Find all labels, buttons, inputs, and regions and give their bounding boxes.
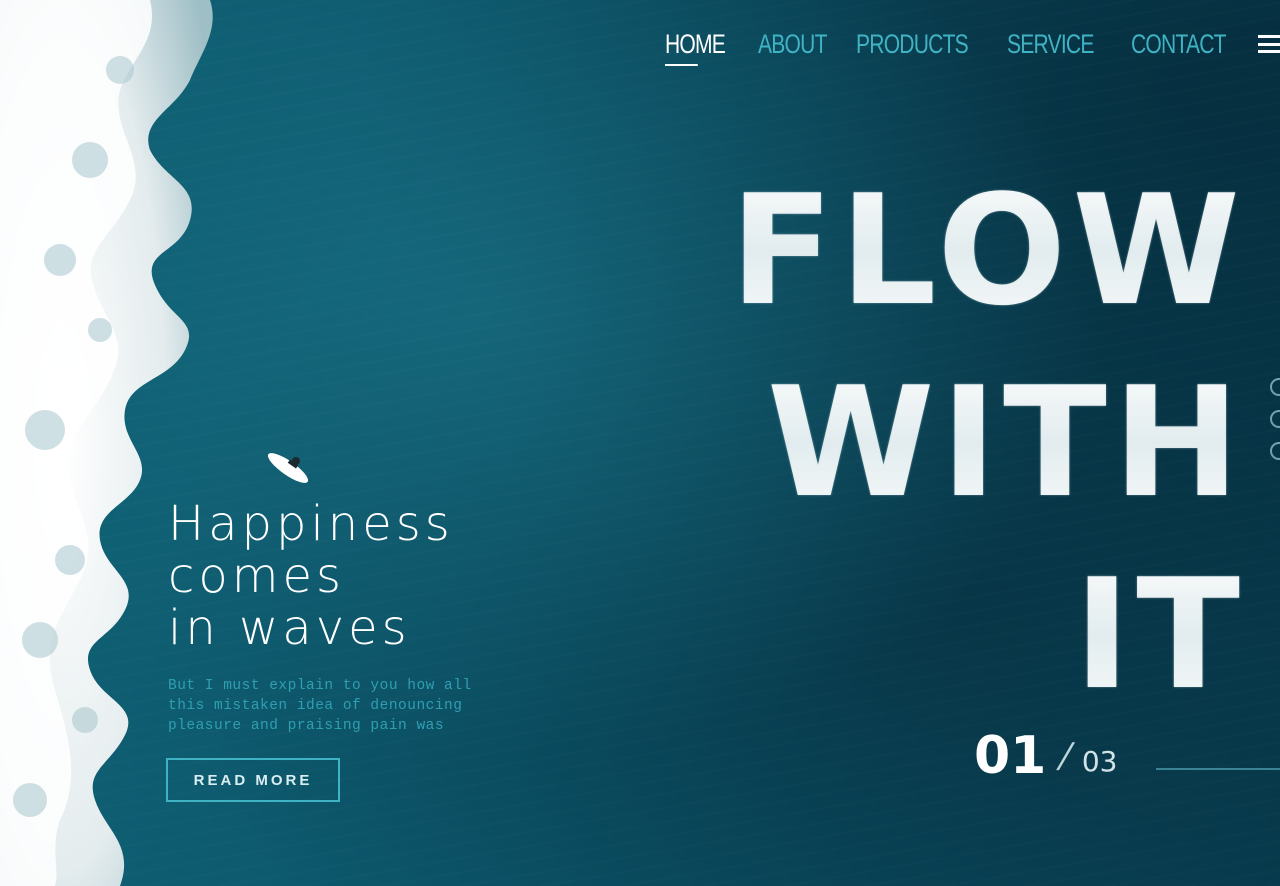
nav-item-home[interactable]: HOME <box>664 29 726 66</box>
pager-total: 03 <box>1081 745 1118 778</box>
surfer-image <box>267 453 309 483</box>
description-line: this mistaken idea of denouncing <box>168 698 463 714</box>
pager-progress-line <box>1156 768 1280 770</box>
tagline: Happiness comes in waves <box>168 498 454 654</box>
tagline-line: in waves <box>168 600 411 656</box>
hero-line-it: IT <box>730 559 1246 711</box>
description-line: pleasure and praising pain was <box>168 718 445 734</box>
main-navigation: HOME ABOUT PRODUCTS SERVICE CONTACT <box>664 24 1280 66</box>
description-line: But I must explain to you how all <box>168 678 472 694</box>
wave-foam-image <box>0 0 213 886</box>
description-text: But I must explain to you how all this m… <box>168 676 518 736</box>
nav-item-products[interactable]: PRODUCTS <box>856 29 969 60</box>
tagline-line: comes <box>168 548 346 604</box>
slide-pager: 01 / 03 <box>974 728 1117 784</box>
slide-dot[interactable] <box>1270 442 1280 460</box>
read-more-button[interactable]: READ MORE <box>166 758 340 802</box>
slide-dots <box>1270 378 1280 460</box>
hero-line-flow: FLOW <box>729 162 1246 339</box>
nav-item-contact[interactable]: CONTACT <box>1131 29 1227 60</box>
slide-dot[interactable] <box>1270 378 1280 396</box>
nav-item-about[interactable]: ABOUT <box>758 29 827 60</box>
tagline-line: Happiness <box>168 496 454 552</box>
nav-item-service[interactable]: SERVICE <box>1007 29 1094 60</box>
slide-dot[interactable] <box>1270 410 1280 428</box>
pager-current: 01 <box>974 726 1047 786</box>
hero-headline: FLOW WITH IT <box>730 175 1246 711</box>
pager-separator: / <box>1055 736 1078 776</box>
hero-line-with: WITH <box>730 367 1246 519</box>
hamburger-menu-icon[interactable] <box>1258 31 1280 57</box>
